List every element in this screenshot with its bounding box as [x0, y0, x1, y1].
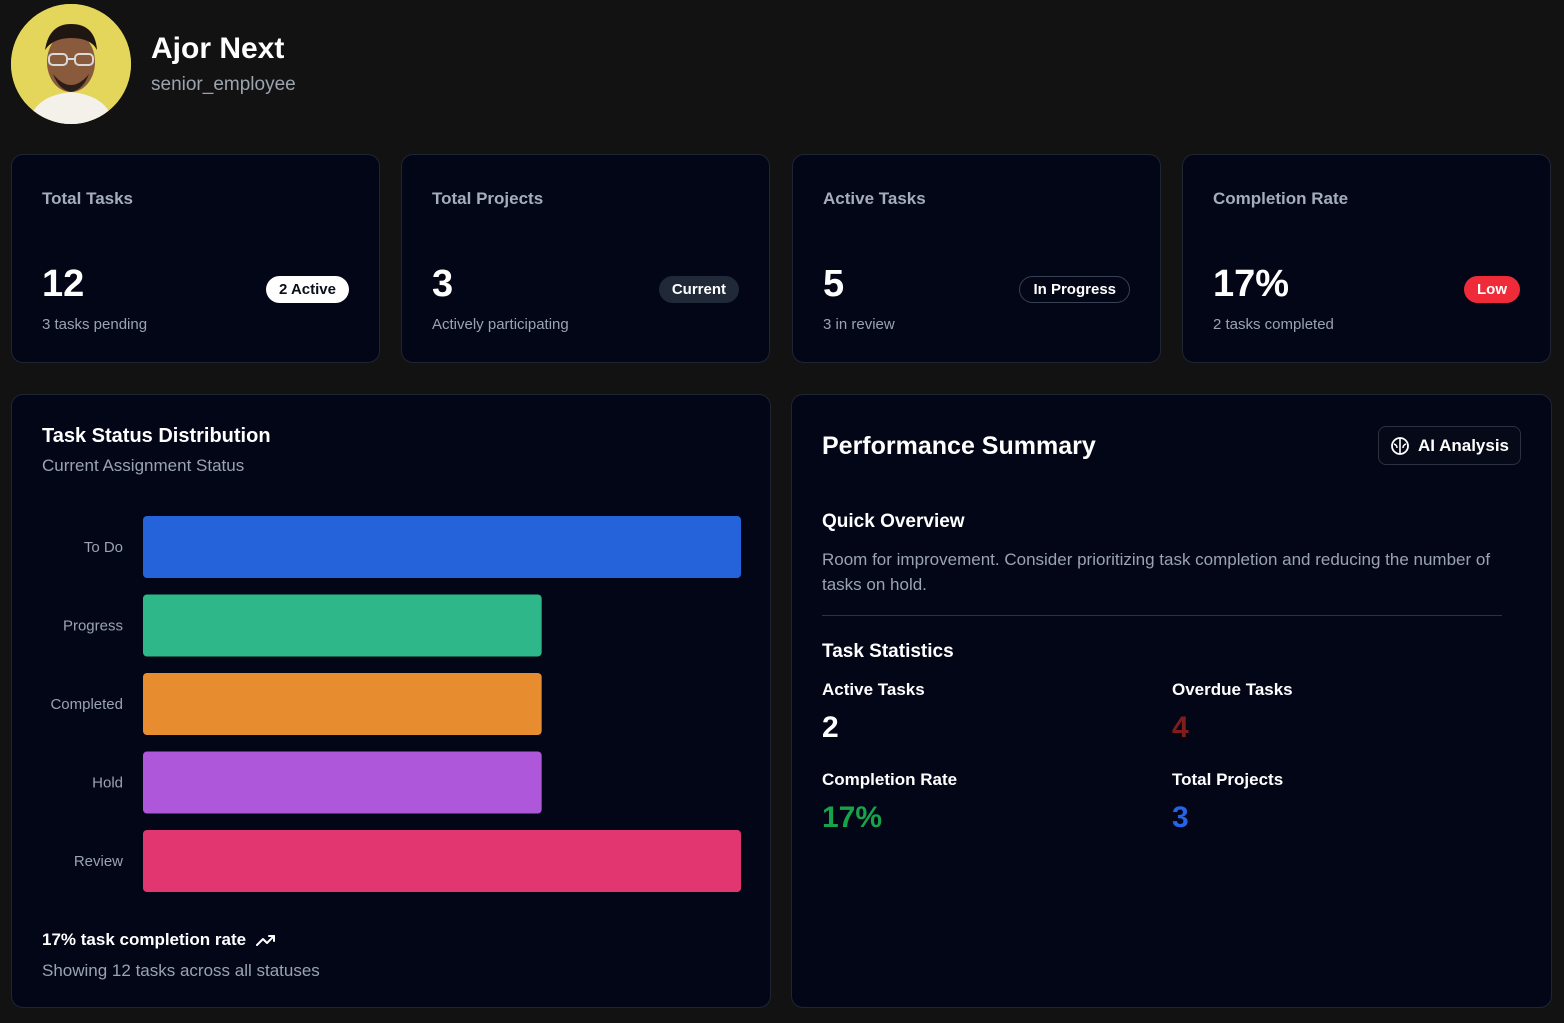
ai-analysis-button[interactable]: AI Analysis [1378, 426, 1521, 465]
stat-subtext: 2 tasks completed [1213, 316, 1334, 333]
chart-footer-note: Showing 12 tasks across all statuses [42, 961, 320, 980]
bar-review[interactable] [143, 830, 741, 892]
status-badge: Low [1464, 276, 1520, 303]
stat-subtext: Actively participating [432, 316, 569, 333]
completion-rate-value: 17% [822, 801, 883, 834]
avatar[interactable] [11, 4, 131, 124]
brain-icon [1391, 436, 1409, 455]
bar-completed[interactable] [143, 673, 542, 735]
avatar-photo [11, 4, 131, 124]
stat-title: Total Projects [432, 189, 544, 208]
quick-overview-text: Room for improvement. Consider prioritiz… [822, 550, 1491, 594]
stat-title: Completion Rate [1213, 189, 1349, 208]
status-badge: Current [658, 276, 739, 303]
active-tasks-value: 2 [822, 711, 839, 744]
stat-subtext: 3 in review [823, 316, 895, 333]
profile-header: Ajor Next senior_employee [11, 4, 296, 124]
bar-label: Hold [92, 775, 123, 792]
performance-summary-card: Performance Summary AI Analysis Quick Ov… [791, 394, 1552, 1008]
bar-label: Review [74, 853, 123, 870]
task-status-chart-card: Task Status Distribution Current Assignm… [11, 394, 771, 1008]
bar-label: Completed [50, 696, 123, 713]
quick-overview-title: Quick Overview [822, 511, 965, 532]
task-statistics-title: Task Statistics [822, 641, 954, 662]
divider [822, 615, 1502, 616]
bar-hold[interactable] [143, 751, 542, 814]
performance-title: Performance Summary [822, 432, 1096, 460]
bar-label: To Do [84, 539, 123, 556]
stat-title: Total Tasks [42, 189, 134, 208]
stat-title: Active Tasks [823, 189, 926, 208]
total-projects-label: Total Projects [1172, 770, 1284, 789]
status-badge: In Progress [1019, 276, 1130, 303]
user-role: senior_employee [151, 74, 296, 95]
stat-value: 17% [1213, 263, 1290, 305]
stat-card-active-tasks: Active Tasks 5 In Progress 3 in review [792, 154, 1161, 363]
stat-subtext: 3 tasks pending [42, 316, 148, 333]
stat-card-total-projects: Total Projects 3 Current Actively partic… [401, 154, 770, 363]
active-tasks-label: Active Tasks [822, 680, 925, 699]
overdue-tasks-value: 4 [1172, 711, 1189, 744]
bar-chart: To Do Progress Completed Hold Review [50, 516, 741, 892]
status-badge: 2 Active [266, 276, 349, 303]
stat-value: 12 [42, 263, 85, 305]
stat-card-total-tasks: Total Tasks 12 2 Active 3 tasks pending [11, 154, 380, 363]
bar-label: Progress [63, 618, 123, 635]
bar-to-do[interactable] [143, 516, 741, 578]
bar-progress[interactable] [143, 594, 542, 657]
total-projects-value: 3 [1172, 801, 1189, 834]
completion-rate-text: 17% task completion rate [42, 930, 247, 949]
ai-analysis-label: AI Analysis [1417, 435, 1510, 455]
chart-footer-rate: 17% task completion rate [42, 930, 276, 950]
stat-card-completion-rate: Completion Rate 17% Low 2 tasks complete… [1182, 154, 1551, 363]
completion-rate-label: Completion Rate [822, 770, 958, 789]
stat-value: 3 [432, 263, 454, 305]
stat-value: 5 [823, 263, 845, 305]
trending-up-icon [256, 935, 276, 946]
overdue-tasks-label: Overdue Tasks [1172, 680, 1293, 699]
user-name: Ajor Next [151, 32, 285, 65]
